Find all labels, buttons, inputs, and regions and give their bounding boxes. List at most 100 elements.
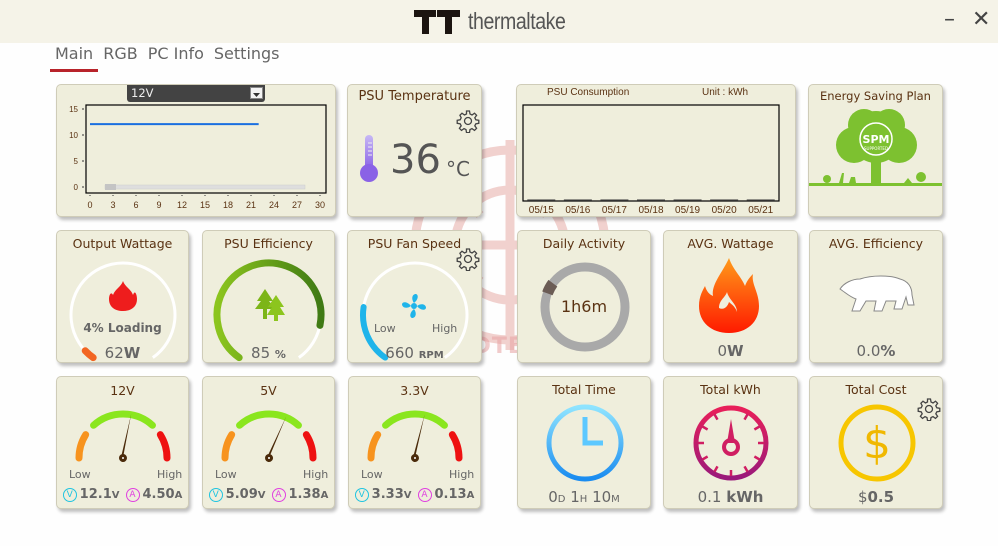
tab-main[interactable]: Main [50, 43, 99, 72]
total-cost-value: $0.5 [857, 488, 895, 506]
rail-readings: V 3.33V A 0.13A [349, 487, 480, 502]
gear-icon[interactable] [456, 109, 480, 133]
volt-icon: V [354, 487, 369, 502]
psu-fan-speed-card: PSU Fan Speed Low High 660 RPM [347, 230, 482, 363]
rail-high-label: High [157, 468, 183, 481]
svg-text:$: $ [863, 418, 891, 469]
spm-badge-sub: SUPPORTED [864, 146, 888, 151]
polar-bear-icon [839, 275, 915, 312]
x-tick-label: 05/20 [712, 205, 737, 216]
meter-tick [701, 425, 709, 431]
total-kwh-value: 0.1 kWh [697, 488, 764, 506]
rail-5v-card: 5V Low High V 5.09V A 1.38A [202, 376, 335, 509]
x-tick-label: 30 [315, 200, 325, 210]
meter-tick [753, 425, 761, 431]
x-tick-label: 9 [156, 200, 161, 210]
x-tick-label: 15 [200, 200, 210, 210]
fan-icon [402, 294, 426, 318]
total-kwh-card: Total kWh 0.1 kWh [663, 376, 798, 509]
title-bar: thermaltake – ✕ [0, 0, 998, 43]
close-button[interactable]: ✕ [972, 8, 990, 32]
minimize-button[interactable]: – [944, 8, 955, 32]
thermaltake-logo: thermaltake [414, 8, 583, 35]
gauge-needle [411, 414, 425, 462]
total-time-card: Total Time 0D 1H 10M [517, 376, 651, 509]
flame-icon [109, 281, 137, 311]
spm-badge: SPM [862, 133, 890, 146]
trees-icon [255, 289, 285, 321]
tab-settings[interactable]: Settings [209, 43, 285, 72]
y-tick-label: 0 [74, 183, 79, 192]
rail-volts: 3.33V [371, 487, 412, 502]
rail-high-label: High [449, 468, 475, 481]
consumption-bar [746, 199, 775, 201]
x-tick-label: 6 [133, 200, 138, 210]
brand-name: thermaltake [468, 8, 566, 34]
tab-pc-info[interactable]: PC Info [143, 43, 209, 72]
rail-low-label: Low [361, 468, 383, 481]
efficiency-value: 85 % [251, 344, 286, 362]
volt-icon: V [208, 487, 223, 502]
x-tick-label: 24 [269, 200, 279, 210]
tree-icon [809, 109, 942, 186]
x-tick-label: 05/17 [602, 205, 627, 216]
tab-rgb[interactable]: RGB [98, 43, 143, 72]
gauge-needle [119, 413, 132, 462]
rail-low-label: Low [69, 468, 91, 481]
meter-tick [753, 455, 761, 461]
fan-speed-value: 660 RPM [385, 344, 444, 362]
x-tick-label: 05/18 [638, 205, 663, 216]
rail-amps: 4.50A [142, 487, 183, 502]
rail-amps: 1.38A [288, 487, 329, 502]
y-tick-label: 5 [74, 157, 79, 166]
meter-tick [713, 465, 719, 473]
chart-scrollbar-thumb [105, 184, 116, 190]
x-tick-label: 05/16 [565, 205, 590, 216]
plot-area [85, 104, 327, 194]
meter-tick [743, 465, 749, 473]
amp-icon: A [417, 487, 432, 502]
x-tick-label: 3 [110, 200, 115, 210]
gear-icon[interactable] [917, 397, 941, 421]
rail-volts: 5.09V [225, 487, 266, 502]
x-tick-label: 0 [87, 200, 92, 210]
rail-low-label: Low [215, 468, 237, 481]
rail-volts: 12.1V [79, 487, 120, 502]
card-title: Energy Saving Plan [820, 89, 931, 103]
consumption-bar [673, 199, 702, 201]
x-tick-label: 05/15 [529, 205, 554, 216]
card-title: Total Time [552, 382, 616, 397]
psu-efficiency-card: PSU Efficiency 85 % [202, 230, 335, 363]
amp-icon: A [271, 487, 286, 502]
fan-high-label: High [432, 322, 458, 335]
thermometer-icon [360, 135, 378, 182]
rail-3v3-card: 3.3V Low High V 3.33V A 0.13A [348, 376, 481, 509]
temperature-unit: °C [446, 157, 470, 181]
x-tick-label: 12 [177, 200, 187, 210]
card-title: PSU Temperature [358, 89, 471, 104]
rail-12v-card: 12V Low High V 12.1V A 4.50A [56, 376, 189, 509]
x-tick-label: 05/19 [675, 205, 700, 216]
meter-icon [693, 405, 769, 481]
amp-icon: A [125, 487, 140, 502]
rail-readings: V 5.09V A 1.38A [203, 487, 334, 502]
x-tick-label: 21 [246, 200, 256, 210]
main-tabs: Main RGB PC Info Settings [50, 43, 285, 72]
voltage-chart-card: 12V 0 5 10 15 0 3 6 9 12 15 18 21 24 27 30 [56, 84, 336, 217]
psu-temperature-card: PSU Temperature 36 °C [347, 84, 482, 217]
chart-scrollbar [104, 184, 306, 190]
consumption-bar [600, 199, 629, 201]
consumption-bar [637, 199, 665, 201]
x-tick-label: 05/21 [748, 205, 773, 216]
avg-wattage-card: AVG. Wattage 0W [663, 230, 798, 363]
voltage-line-chart: 0 5 10 15 0 3 6 9 12 15 18 21 24 27 30 [69, 104, 327, 210]
total-time-value: 0D 1H 10M [548, 488, 620, 506]
dollar-coin-icon: $ [838, 404, 916, 482]
x-tick-label: 18 [223, 200, 233, 210]
psu-consumption-card: PSU Consumption Unit : kWh 05/15 05/16 05/… [516, 84, 796, 217]
energy-saving-plan-card[interactable]: Energy Saving Plan SPM SUPPORTED [808, 84, 943, 217]
avg-efficiency-value: 0.0% [856, 342, 896, 360]
card-title: Total Cost [845, 382, 907, 397]
rail-amps: 0.13A [434, 487, 475, 502]
large-flame-icon [699, 258, 759, 333]
